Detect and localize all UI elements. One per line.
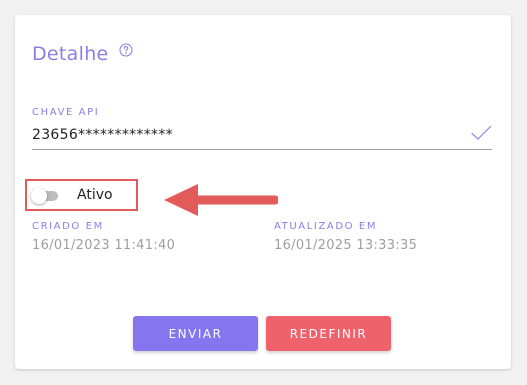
toggle-thumb [31, 188, 47, 204]
help-circle-icon[interactable] [119, 42, 133, 57]
active-toggle-switch[interactable] [31, 188, 58, 204]
api-key-label: CHAVE API [32, 107, 100, 118]
updated-label: ATUALIZADO EM [274, 221, 378, 232]
annotation-arrow-icon [164, 184, 278, 216]
api-key-input[interactable] [32, 121, 492, 150]
card-title: Detalhe [32, 43, 109, 65]
send-button[interactable]: ENVIAR [133, 316, 258, 351]
active-toggle-label: Ativo [77, 187, 113, 203]
detail-card: Detalhe CHAVE API Ativo CRIADO EM 16/01/… [15, 15, 511, 369]
updated-value: 16/01/2025 13:33:35 [274, 238, 418, 253]
created-label: CRIADO EM [32, 221, 104, 232]
reset-button[interactable]: REDEFINIR [266, 316, 391, 351]
check-icon [470, 125, 492, 141]
created-value: 16/01/2023 11:41:40 [32, 238, 176, 253]
